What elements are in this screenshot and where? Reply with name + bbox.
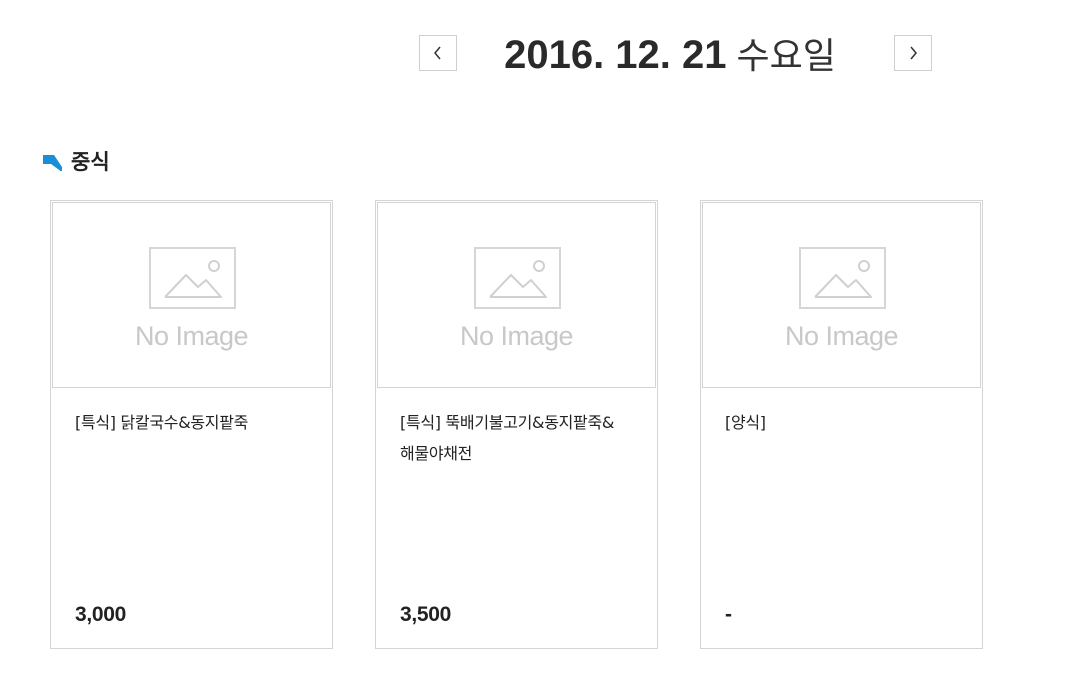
no-image-text: No Image bbox=[459, 321, 574, 351]
menu-image-placeholder: No Image bbox=[52, 202, 331, 388]
menu-card[interactable]: No Image [양식] - bbox=[700, 200, 983, 649]
menu-image-placeholder: No Image bbox=[377, 202, 656, 388]
image-placeholder-icon bbox=[799, 247, 886, 309]
menu-image-placeholder: No Image bbox=[702, 202, 981, 388]
no-image-text: No Image bbox=[784, 321, 899, 351]
section-heading: 중식 bbox=[43, 146, 110, 176]
no-image-text: No Image bbox=[134, 321, 249, 351]
menu-price: 3,000 bbox=[75, 603, 127, 626]
section-marker-icon bbox=[43, 155, 62, 171]
next-day-button[interactable] bbox=[894, 35, 932, 71]
date-text: 2016. 12. 21 bbox=[504, 33, 727, 77]
menu-price: - bbox=[725, 603, 732, 626]
date-title: 2016. 12. 21 수요일 bbox=[472, 30, 868, 80]
prev-day-button[interactable] bbox=[419, 35, 457, 71]
menu-name: [양식] bbox=[725, 413, 766, 432]
image-placeholder-icon bbox=[474, 247, 561, 309]
menu-card[interactable]: No Image [특식] 뚝배기불고기&동지팥죽&해물야채전 3,500 bbox=[375, 200, 658, 649]
menu-price: 3,500 bbox=[400, 603, 452, 626]
weekday-text: 수요일 bbox=[736, 36, 836, 77]
menu-card[interactable]: No Image [특식] 닭칼국수&동지팥죽 3,000 bbox=[50, 200, 333, 649]
chevron-right-icon bbox=[910, 46, 917, 60]
menu-name: [특식] 뚝배기불고기&동지팥죽&해물야채전 bbox=[400, 413, 615, 463]
section-title: 중식 bbox=[71, 150, 110, 174]
image-placeholder-icon bbox=[149, 247, 236, 309]
page: 2016. 12. 21 수요일 중식 No Image [특식] 닭칼국수&동지… bbox=[0, 0, 1081, 683]
menu-name: [특식] 닭칼국수&동지팥죽 bbox=[75, 413, 249, 432]
chevron-left-icon bbox=[434, 46, 441, 60]
